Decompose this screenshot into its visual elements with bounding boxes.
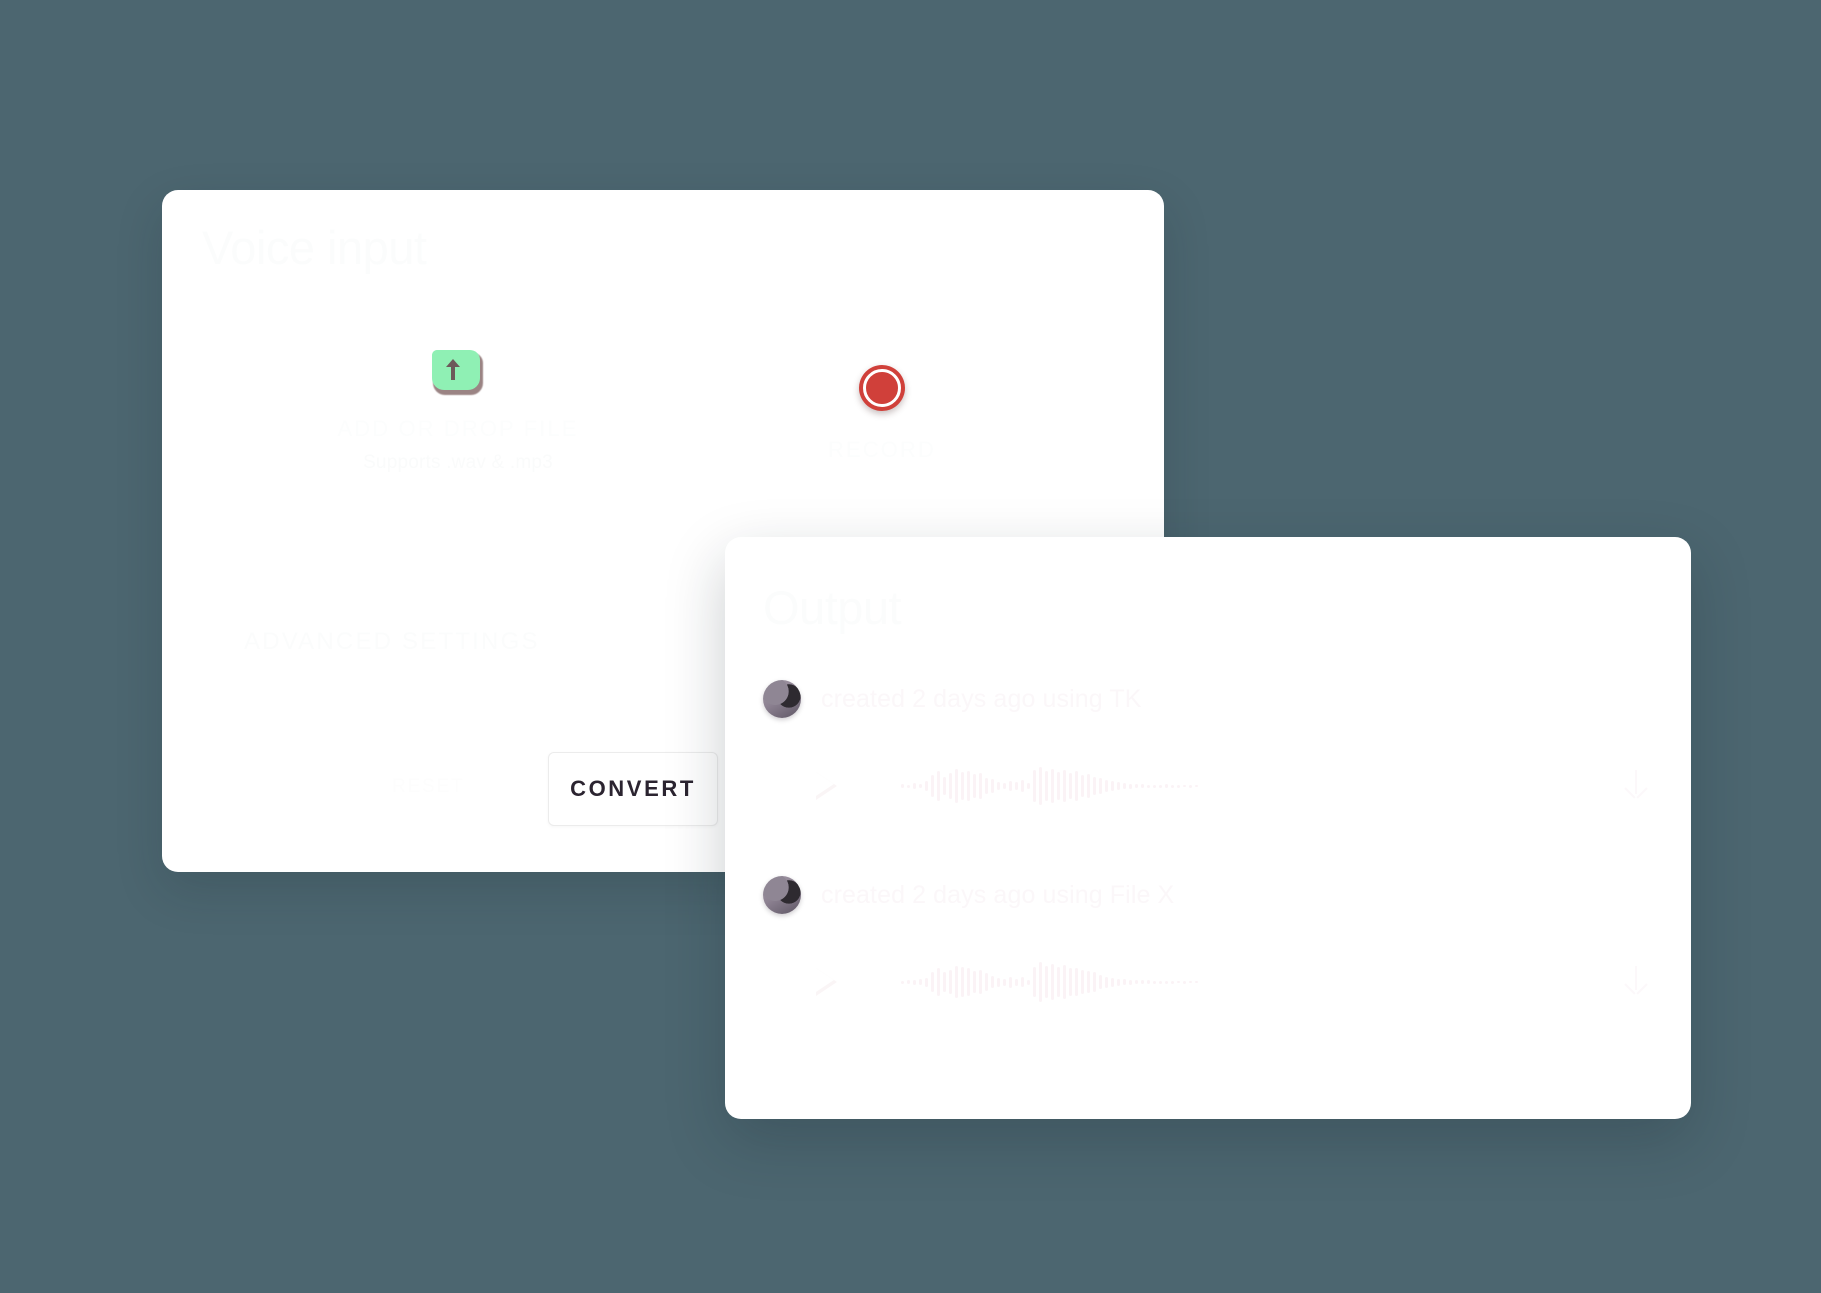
output-item-caption: created 2 days ago using File X <box>821 880 1175 909</box>
reset-button[interactable]: RESET <box>392 776 464 798</box>
record-label: RECORD <box>828 437 936 462</box>
output-item: created 2 days ago using TK <box>763 677 1653 873</box>
audio-player-row <box>763 751 1653 821</box>
app-stage: Voice input ADD OR DROP FILE Supports .w… <box>0 0 1821 1293</box>
output-item-caption: created 2 days ago using TK <box>821 684 1142 713</box>
avatar <box>763 876 801 914</box>
waveform[interactable] <box>901 759 1579 813</box>
convert-button[interactable]: CONVERT <box>548 752 718 826</box>
output-card: Output created 2 days ago using TK create… <box>725 537 1691 1119</box>
advanced-settings-toggle[interactable]: ADVANCED SETTINGS <box>244 628 540 656</box>
file-drop-zone[interactable]: ADD OR DROP FILE Supports .wav & .mp3 <box>328 350 588 474</box>
output-list: created 2 days ago using TK created 2 day… <box>763 677 1653 1069</box>
upload-folder-icon <box>430 350 486 400</box>
download-icon[interactable] <box>1619 768 1653 804</box>
drop-zone-primary-label: ADD OR DROP FILE <box>337 416 579 441</box>
drop-zone-supported-formats: Supports .wav & .mp3 <box>363 452 553 473</box>
output-title: Output <box>763 581 902 634</box>
download-icon[interactable] <box>1619 964 1653 1000</box>
output-item-header: created 2 days ago using File X <box>763 873 1653 917</box>
play-icon[interactable] <box>809 769 843 803</box>
record-zone[interactable]: RECORD <box>767 365 997 463</box>
audio-player-row <box>763 947 1653 1017</box>
output-item-header: created 2 days ago using TK <box>763 677 1653 721</box>
record-circle-icon[interactable] <box>859 365 905 411</box>
waveform[interactable] <box>901 955 1579 1009</box>
avatar <box>763 680 801 718</box>
page-title: Voice input <box>202 221 427 274</box>
play-icon[interactable] <box>809 965 843 999</box>
output-item: created 2 days ago using File X <box>763 873 1653 1069</box>
